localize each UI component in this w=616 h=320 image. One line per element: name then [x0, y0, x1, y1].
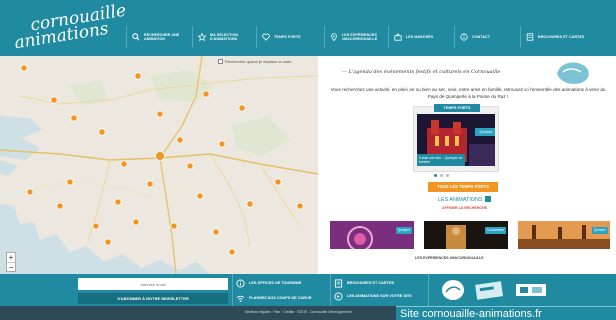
info-icon — [236, 279, 245, 288]
nav-item-marches[interactable]: Les marchés — [388, 26, 454, 48]
slider-dots — [434, 174, 449, 177]
events-map[interactable]: Rechercher quand je déplace la carte + − — [0, 56, 318, 274]
header-bar: cornouaille animations Rechercher une an… — [0, 0, 616, 56]
map-canvas[interactable] — [0, 56, 318, 274]
intro-text: Vous recherchez une activité, en plein a… — [330, 87, 606, 99]
calendar-icon — [484, 196, 491, 202]
slider-city-badge: Quimper — [475, 128, 495, 136]
legal-credits[interactable]: Mentions légales · Plan · Crédits · ©201… — [245, 310, 352, 314]
nav-item-temps-forts[interactable]: Temps forts — [256, 26, 324, 48]
nav-item-label: Brochures et cartes — [538, 34, 585, 39]
nav-item-experiences[interactable]: Les expériences #macornouaille — [324, 26, 388, 48]
map-cluster[interactable] — [155, 151, 165, 161]
all-temps-forts-button[interactable]: TOUS LES TEMPS FORTS — [428, 182, 498, 192]
card-icon[interactable] — [474, 280, 508, 300]
star-icon — [198, 33, 206, 41]
footer-link-label: Flashez nos coups de coeur — [249, 296, 312, 301]
book-icon — [334, 279, 343, 288]
nav-item-search[interactable]: Rechercher une animation — [126, 26, 192, 48]
nav-item-brochures[interactable]: Brochures et cartes — [520, 26, 596, 48]
animation-card[interactable]: Concarneau — [424, 221, 508, 249]
map-search-toggle[interactable]: Rechercher quand je déplace la carte — [218, 59, 292, 64]
footer-link-label: Les animations sur votre site — [347, 294, 412, 299]
site-url-link[interactable]: Site cornouaille-animations.fr — [396, 306, 616, 320]
newsletter-subscribe-button[interactable]: S'abonner à notre newsletter — [78, 293, 228, 304]
splash-illustration — [557, 62, 589, 84]
brochures-link[interactable]: Brochures et cartes — [334, 279, 394, 288]
magazine-icon[interactable] — [440, 278, 466, 302]
nav-item-label: Les marchés — [406, 34, 434, 39]
slider-dot[interactable] — [434, 174, 437, 177]
animation-city-badge: Quimper — [591, 227, 608, 234]
site-logo[interactable]: cornouaille animations — [4, 1, 127, 54]
info-icon — [460, 33, 468, 41]
slider-caption: Il était une fois... Quimper en lumière — [417, 154, 465, 166]
animation-card[interactable]: Quimper — [518, 221, 610, 249]
divider — [330, 274, 331, 306]
leaflet-icon[interactable] — [514, 282, 548, 298]
divider — [428, 274, 429, 306]
temps-forts-slider[interactable]: TEMPS FORTS Quimper Il était une fois...… — [413, 104, 499, 172]
search-icon — [132, 33, 140, 41]
animation-city-badge: Quimper — [395, 227, 412, 234]
pin-icon — [331, 33, 337, 41]
nav-item-label: Temps forts — [274, 34, 301, 39]
slider-dot[interactable] — [446, 174, 449, 177]
share-icon — [334, 292, 343, 301]
animation-card[interactable]: Quimper — [330, 221, 414, 249]
experiences-link[interactable]: LES EXPÉRIENCES #MACORNOUAILLE — [415, 256, 484, 260]
zoom-control: + − — [6, 252, 16, 272]
animation-city-badge: Concarneau — [484, 227, 506, 234]
content-panel: — L'agenda des événements festifs et cul… — [318, 56, 616, 274]
footer-band: S'abonner à notre newsletter Les offices… — [0, 274, 616, 306]
tagline: — L'agenda des événements festifs et cul… — [342, 69, 501, 75]
slider-dot[interactable] — [440, 174, 443, 177]
tourist-offices-link[interactable]: Les offices de tourisme — [236, 279, 301, 288]
animation-image — [518, 225, 610, 249]
book-icon — [526, 33, 534, 41]
nav-item-label: Ma sélection d'animations — [210, 32, 239, 42]
animations-widget-link[interactable]: Les animations sur votre site — [334, 292, 412, 301]
zoom-out-button[interactable]: − — [7, 262, 15, 272]
coups-de-coeur-link[interactable]: Flashez nos coups de coeur — [236, 294, 311, 303]
heart-icon — [262, 33, 270, 41]
footer-link-label: Brochures et cartes — [347, 281, 395, 286]
zoom-in-button[interactable]: + — [7, 253, 15, 262]
basket-icon — [394, 33, 402, 41]
nav-item-contact[interactable]: Contact — [454, 26, 520, 48]
nav-item-selection[interactable]: Ma sélection d'animations — [192, 26, 256, 48]
refine-search-link[interactable]: AFFINER LA RECHERCHE — [442, 206, 487, 210]
nav-item-label: Contact — [472, 34, 490, 39]
animation-image — [446, 225, 466, 249]
animations-title-text: LES ANIMATIONS — [438, 197, 483, 203]
animation-image — [347, 226, 373, 249]
wifi-icon — [236, 295, 245, 303]
newsletter-email-input[interactable] — [78, 278, 228, 290]
slider-tab: TEMPS FORTS — [434, 104, 480, 112]
main-nav: Rechercher une animation Ma sélection d'… — [126, 26, 596, 48]
map-search-label: Rechercher quand je déplace la carte — [225, 59, 292, 64]
checkbox[interactable] — [218, 59, 223, 64]
footer-link-label: Les offices de tourisme — [249, 281, 302, 286]
divider — [232, 274, 233, 306]
nav-item-label: Rechercher une animation — [144, 32, 180, 42]
nav-item-label: Les expériences #macornouaille — [342, 32, 378, 42]
animations-title: LES ANIMATIONS — [438, 196, 491, 203]
slider-photo[interactable]: Quimper Il était une fois... Quimper en … — [417, 114, 495, 166]
bottom-strip: Mentions légales · Plan · Crédits · ©201… — [0, 306, 616, 320]
